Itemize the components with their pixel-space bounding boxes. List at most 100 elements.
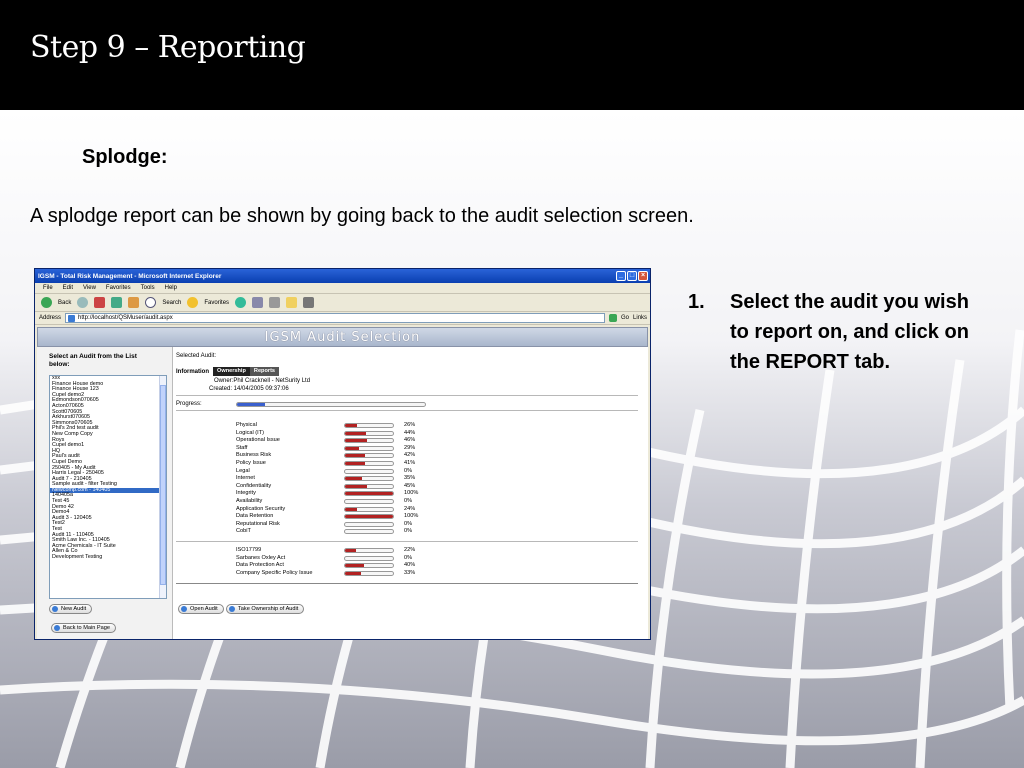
metric-row: Sarbanes Oxley Act 0% [236, 555, 426, 562]
audit-list-pane: Select an Audit from the List below: xxx… [37, 347, 173, 639]
history-icon[interactable] [235, 297, 247, 308]
instruction-number: 1. [688, 291, 705, 313]
metric-label: Operational Issue [236, 437, 280, 444]
tab-ownership[interactable]: Ownership [213, 367, 250, 376]
metric-bar-fill [345, 571, 361, 575]
stop-icon[interactable] [94, 297, 106, 308]
new-audit-button[interactable]: New Audit [49, 604, 93, 614]
metric-bar [344, 461, 394, 466]
metric-row: Business Risk 42% [236, 452, 426, 459]
progress-fill [237, 403, 266, 406]
metric-row: Application Security 24% [236, 506, 426, 513]
search-button[interactable]: Search [162, 300, 181, 306]
metric-percent: 100% [404, 513, 419, 520]
audit-list-scrollbar[interactable] [159, 376, 166, 598]
audit-listbox[interactable]: xxx Finance House demo Finance House 123 Cu… [49, 375, 167, 599]
search-icon[interactable] [145, 297, 157, 308]
metric-bar-fill [345, 564, 365, 568]
menu-file[interactable]: File [43, 285, 53, 291]
metric-bar [344, 483, 394, 489]
progress-bar [236, 402, 426, 407]
metric-row: Staff 29% [236, 445, 426, 452]
metric-label: Business Risk [236, 452, 272, 459]
metric-bar [344, 499, 394, 504]
information-label: Information [176, 369, 209, 375]
metric-percent: 0% [404, 528, 413, 535]
close-icon[interactable]: × [638, 271, 648, 281]
go-button[interactable]: Go [621, 315, 629, 321]
metric-percent: 22% [404, 547, 416, 553]
metric-percent: 42% [404, 452, 416, 459]
browser-toolbar: Back Search Favorites [35, 294, 650, 312]
metric-percent: 29% [404, 444, 416, 451]
menu-edit[interactable]: Edit [63, 285, 73, 291]
print-icon[interactable] [269, 297, 281, 308]
metric-label: Company Specific Policy Issue [236, 569, 313, 576]
metric-label: Logical (IT) [236, 429, 264, 436]
folder-icon[interactable] [286, 297, 298, 308]
favorites-star-icon[interactable] [187, 297, 199, 308]
browser-window: IGSM - Total Risk Management - Microsoft… [34, 268, 651, 640]
menu-view[interactable]: View [83, 285, 96, 291]
audit-list-item[interactable]: Development Testing [50, 554, 166, 561]
metric-bar [344, 514, 394, 520]
metric-label: Staff [236, 444, 248, 451]
home-icon[interactable] [128, 297, 140, 308]
back-arrow-icon[interactable] [41, 297, 52, 308]
browser-title: IGSM - Total Risk Management - Microsoft… [38, 272, 222, 280]
menu-help[interactable]: Help [165, 285, 177, 291]
back-to-main-button[interactable]: Back to Main Page [51, 623, 116, 633]
open-audit-button[interactable]: Open Audit [178, 604, 224, 614]
metric-label: CobiT [236, 528, 251, 535]
minimize-icon[interactable]: _ [616, 271, 626, 281]
title-bar: Step 9 – Reporting [0, 0, 1024, 110]
take-ownership-button[interactable]: Take Ownership of Audit [226, 604, 305, 614]
go-arrow-icon[interactable] [609, 314, 618, 322]
maximize-icon[interactable]: □ [627, 271, 637, 281]
metric-bar [344, 453, 394, 459]
metric-percent: 46% [404, 437, 416, 444]
metric-percent: 33% [404, 569, 416, 576]
metric-label: Data Protection Act [236, 562, 284, 569]
metric-bar [344, 423, 394, 428]
metric-percent: 0% [404, 554, 413, 561]
slide-title: Step 9 – Reporting [30, 30, 306, 65]
metric-bar-fill [345, 454, 366, 458]
metric-bar-fill [345, 446, 359, 450]
tab-reports[interactable]: Reports [249, 367, 280, 376]
instruction-list: 1. Select the audit you wish to report o… [688, 287, 988, 377]
owner-text: Owner:Phil Cracknell - NetSurity Ltd [214, 378, 311, 384]
metric-label: Legal [236, 467, 250, 474]
metric-row: Operational Issue 46% [236, 437, 426, 444]
app-header: IGSM Audit Selection [37, 327, 648, 347]
forward-arrow-icon[interactable] [77, 297, 89, 308]
menu-tools[interactable]: Tools [141, 285, 155, 291]
discuss-icon[interactable] [303, 297, 315, 308]
address-input[interactable]: http://localhost/QSMuser/audit.aspx [65, 313, 606, 323]
metric-label: Application Security [236, 505, 286, 512]
metric-bar-fill [345, 431, 367, 435]
metric-label: Reputational Risk [236, 520, 280, 527]
favorites-button[interactable]: Favorites [204, 300, 229, 306]
links-label[interactable]: Links [633, 315, 647, 321]
refresh-icon[interactable] [111, 297, 123, 308]
metric-bar-fill [345, 549, 356, 552]
metric-row: Reputational Risk 0% [236, 521, 426, 528]
metric-label: Internet [236, 475, 255, 482]
metric-row: Data Protection Act 40% [236, 562, 426, 569]
scrollbar-thumb[interactable] [160, 385, 166, 585]
metric-row: Physical 26% [236, 422, 426, 429]
metric-label: Confidentiality [236, 482, 272, 489]
metric-row: Confidentiality 45% [236, 483, 426, 490]
back-button[interactable]: Back [58, 300, 71, 306]
progress-label: Progress: [176, 401, 202, 407]
metric-label: Integrity [236, 490, 256, 497]
metric-percent: 26% [404, 422, 416, 428]
metric-bar-fill [345, 507, 357, 511]
created-text: Created: 14/04/2005 09:37:06 [209, 386, 289, 392]
mail-icon[interactable] [252, 297, 264, 308]
metric-bar-fill [345, 515, 393, 519]
menu-favorites[interactable]: Favorites [106, 285, 131, 291]
divider [176, 583, 638, 584]
metric-percent: 40% [404, 562, 416, 569]
